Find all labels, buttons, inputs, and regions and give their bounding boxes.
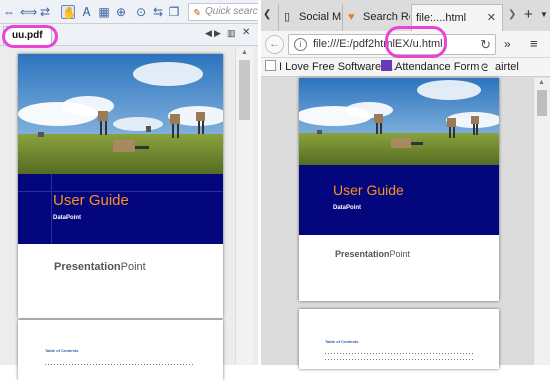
browser-scrollbar[interactable]: ▲ bbox=[533, 78, 550, 365]
bookmark-2[interactable]: Attendance Form bbox=[381, 58, 479, 77]
tab-prev-icon[interactable]: ◀ bbox=[205, 28, 212, 39]
pdf-scrollbar[interactable]: ▲ bbox=[235, 47, 253, 365]
quick-search-input[interactable]: ✎ Quick searc bbox=[188, 3, 258, 21]
tab-scroll-right-icon[interactable]: ❯ bbox=[508, 9, 516, 20]
hand-tool-icon[interactable]: ✋ bbox=[61, 5, 77, 20]
cover-title: User Guide bbox=[333, 182, 404, 198]
toc-page: Table of Contents bbox=[18, 320, 223, 380]
reload-icon[interactable]: ↻ bbox=[480, 36, 491, 53]
browser-pane: ❮ ▯ Social Me... ♥ Search Re... file:...… bbox=[261, 0, 550, 369]
page-icon bbox=[265, 60, 276, 71]
snapshot-icon[interactable]: ▦ bbox=[97, 5, 111, 19]
find-icon[interactable]: ⊙ bbox=[134, 5, 148, 19]
back-arrow-icon: ← bbox=[269, 38, 280, 50]
url-highlight-circle bbox=[385, 26, 447, 58]
brand-light: Point bbox=[389, 249, 411, 259]
cover-brand: PresentationPoint bbox=[54, 261, 146, 273]
toc-title: Table of Contents bbox=[325, 339, 359, 344]
pdf-toolbar: ⇔ ⟺ ⇄ ✋ Ꭺ ▦ ⊕ ⊙ ⇆ ❐ ✎ Quick searc bbox=[0, 0, 258, 24]
bookmarks-bar: I Love Free Software :... Attendance For… bbox=[261, 58, 550, 77]
page-icon: ▯ bbox=[284, 11, 291, 23]
close-tab-icon[interactable]: ✕ bbox=[487, 5, 496, 31]
toc-line bbox=[325, 359, 473, 360]
tab-next-icon[interactable]: ▶ bbox=[214, 28, 221, 39]
tab-highlight-circle bbox=[2, 25, 58, 48]
cover-page-html: User Guide DataPoint PresentationPoint bbox=[299, 78, 499, 301]
overflow-icon[interactable]: » bbox=[504, 37, 511, 51]
swap-icon[interactable]: ⇆ bbox=[151, 5, 165, 19]
close-icon[interactable]: ✕ bbox=[242, 27, 250, 38]
rotate-icon[interactable]: ⇄ bbox=[38, 5, 52, 19]
search-icon: ✎ bbox=[192, 8, 201, 19]
select-text-icon[interactable]: Ꭺ bbox=[80, 5, 94, 19]
scroll-thumb[interactable] bbox=[239, 60, 250, 120]
scroll-up-icon[interactable]: ▲ bbox=[241, 49, 248, 56]
tab-list-icon[interactable]: ▥ bbox=[227, 28, 236, 39]
bookmark-1[interactable]: I Love Free Software :... bbox=[265, 58, 396, 77]
toc-page-html: Table of Contents bbox=[299, 309, 499, 369]
tab-2-label: Search Re... bbox=[363, 11, 410, 23]
cover-subtitle: DataPoint bbox=[333, 205, 362, 211]
nav-arrows-icon[interactable]: ⇔ bbox=[2, 5, 16, 19]
toc-title: Table of Contents bbox=[45, 348, 79, 353]
cover-banner: User Guide DataPoint bbox=[18, 174, 223, 244]
brand-bold: Presentation bbox=[335, 249, 390, 259]
tab-scroll-left-icon[interactable]: ❮ bbox=[263, 9, 271, 20]
cover-subtitle: DataPoint bbox=[53, 215, 82, 221]
info-icon[interactable]: i bbox=[294, 38, 307, 51]
new-tab-icon[interactable]: + bbox=[524, 6, 533, 23]
bookmark-3[interactable]: ᘓ airtel bbox=[481, 58, 519, 77]
back-button[interactable]: ← bbox=[265, 35, 284, 54]
browser-tab-1[interactable]: ▯ Social Me... bbox=[278, 4, 341, 31]
pdf-viewer-pane: ⇔ ⟺ ⇄ ✋ Ꭺ ▦ ⊕ ⊙ ⇆ ❐ ✎ Quick searc uu.pdf… bbox=[0, 0, 258, 380]
cover-photo bbox=[299, 78, 499, 165]
pdf-document-area[interactable]: User Guide DataPoint PresentationPoint T… bbox=[0, 47, 235, 380]
zoom-icon[interactable]: ⊕ bbox=[114, 5, 128, 19]
brand-bold: Presentation bbox=[54, 261, 121, 273]
toc-line bbox=[325, 353, 473, 354]
cover-photo bbox=[18, 54, 223, 174]
bookmark-1-label: I Love Free Software :... bbox=[279, 61, 397, 73]
tab-1-label: Social Me... bbox=[299, 11, 341, 23]
copy-icon[interactable]: ❐ bbox=[167, 5, 181, 19]
airtel-icon: ᘓ bbox=[481, 63, 489, 74]
cover-title: User Guide bbox=[53, 192, 129, 209]
cover-banner: User Guide DataPoint bbox=[299, 165, 499, 235]
bookmark-2-label: Attendance Form bbox=[395, 61, 480, 73]
heart-icon: ♥ bbox=[348, 11, 355, 23]
cover-page: User Guide DataPoint PresentationPoint bbox=[18, 54, 223, 318]
bookmark-3-label: airtel bbox=[495, 61, 519, 73]
scroll-up-icon[interactable]: ▲ bbox=[538, 79, 545, 86]
form-icon bbox=[381, 60, 392, 71]
banner-rule-v bbox=[51, 174, 52, 244]
brand-light: Point bbox=[120, 261, 146, 273]
cover-brand: PresentationPoint bbox=[335, 249, 410, 259]
browser-content[interactable]: User Guide DataPoint PresentationPoint T… bbox=[261, 78, 533, 369]
fit-width-icon[interactable]: ⟺ bbox=[20, 5, 37, 19]
tab-menu-icon[interactable]: ▼ bbox=[540, 10, 548, 19]
menu-icon[interactable]: ≡ bbox=[530, 36, 538, 51]
scroll-thumb[interactable] bbox=[537, 90, 547, 116]
quick-search-placeholder: Quick searc bbox=[205, 6, 258, 17]
